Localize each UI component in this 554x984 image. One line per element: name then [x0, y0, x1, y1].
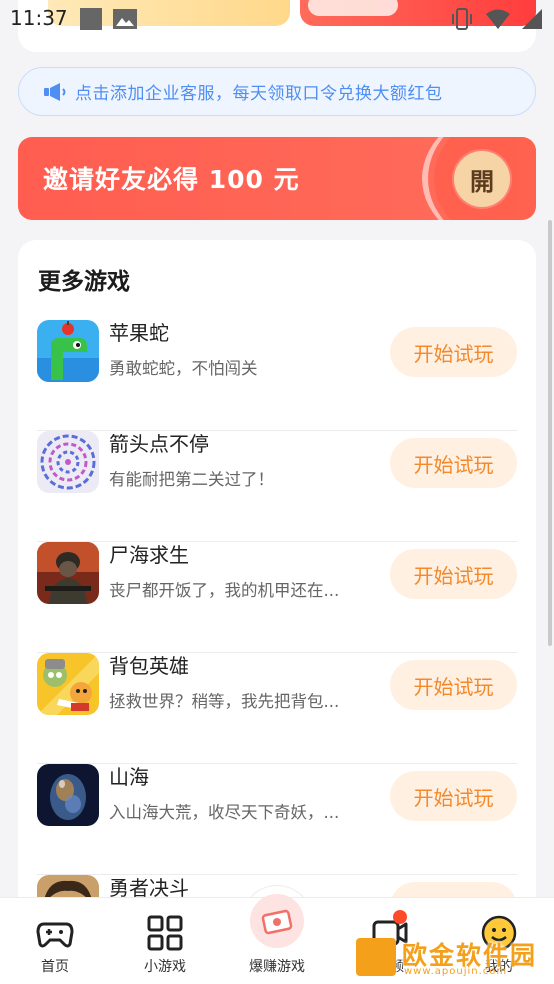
scrollbar[interactable] — [548, 220, 552, 646]
game-desc: 勇敢蛇蛇，不怕闯关 — [109, 359, 258, 378]
more-games-card: 更多游戏 苹果蛇 勇敢蛇蛇，不怕闯关 开始试玩 箭头点不停 有能耐把第二关过了！… — [18, 240, 536, 940]
signal-icon — [522, 9, 542, 29]
start-trial-button[interactable]: 开始试玩 — [390, 771, 517, 821]
start-trial-button[interactable]: 开始试玩 — [390, 327, 517, 377]
game-name: 山海 — [109, 765, 149, 789]
maze-icon — [37, 431, 99, 493]
game-name: 箭头点不停 — [109, 432, 209, 456]
watermark-logo — [356, 938, 396, 976]
open-red-packet-button[interactable]: 開 — [454, 151, 510, 207]
nav-label: 爆赚游戏 — [249, 959, 305, 975]
watermark-url: www.apoujin.com — [404, 966, 508, 977]
apple-snake-icon — [37, 320, 99, 382]
image-notification-icon — [113, 9, 137, 29]
grid-icon — [147, 915, 183, 951]
notice-text: 点击添加企业客服，每天领取口令兑换大额红包 — [75, 84, 443, 104]
wifi-icon — [486, 9, 510, 29]
status-bar: 11:37 — [0, 0, 554, 38]
game-desc: 有能耐把第二关过了！ — [109, 470, 274, 489]
nav-label: 小游戏 — [144, 959, 186, 975]
invite-friends-banner[interactable]: 邀请好友必得 100 元 開 — [18, 137, 536, 220]
nav-mini-games[interactable]: 小游戏 — [115, 898, 215, 984]
gamepad-icon — [36, 922, 74, 948]
money-icon[interactable] — [250, 894, 304, 948]
money-stack-icon — [261, 909, 293, 935]
game-row[interactable]: 箭头点不停 有能耐把第二关过了！ 开始试玩 — [37, 431, 517, 542]
customer-service-notice[interactable]: 点击添加企业客服，每天领取口令兑换大额红包 — [18, 67, 536, 116]
egg-icon — [37, 764, 99, 826]
game-row[interactable]: 背包英雄 拯救世界？稍等，我先把背包... 开始试玩 — [37, 653, 517, 764]
start-trial-button[interactable]: 开始试玩 — [390, 660, 517, 710]
start-trial-button[interactable]: 开始试玩 — [390, 438, 517, 488]
start-trial-button[interactable]: 开始试玩 — [390, 549, 517, 599]
backpack-hero-icon — [37, 653, 99, 715]
game-name: 尸海求生 — [109, 543, 189, 567]
game-desc: 入山海大荒，收尽天下奇妖，... — [109, 803, 340, 822]
game-row[interactable]: 尸海求生 丧尸都开饭了，我的机甲还在... 开始试玩 — [37, 542, 517, 653]
invite-text: 邀请好友必得 100 元 — [43, 165, 300, 194]
vibrate-icon — [452, 8, 472, 30]
watermark: 欧金软件园 www.apoujin.com — [352, 932, 548, 982]
notification-badge — [393, 910, 407, 924]
status-time: 11:37 — [10, 6, 68, 30]
game-name: 背包英雄 — [109, 654, 189, 678]
game-name: 苹果蛇 — [109, 321, 169, 345]
game-row[interactable]: 山海 入山海大荒，收尽天下奇妖，... 开始试玩 — [37, 764, 517, 875]
more-games-title: 更多游戏 — [38, 269, 130, 295]
nav-home[interactable]: 首页 — [5, 898, 105, 984]
nav-label: 首页 — [41, 959, 69, 975]
megaphone-icon — [44, 82, 66, 101]
game-row[interactable]: 苹果蛇 勇敢蛇蛇，不怕闯关 开始试玩 — [37, 320, 517, 431]
game-desc: 拯救世界？稍等，我先把背包... — [109, 692, 340, 711]
soldier-icon — [37, 542, 99, 604]
game-desc: 丧尸都开饭了，我的机甲还在... — [109, 581, 340, 600]
notification-square-icon — [80, 8, 102, 30]
